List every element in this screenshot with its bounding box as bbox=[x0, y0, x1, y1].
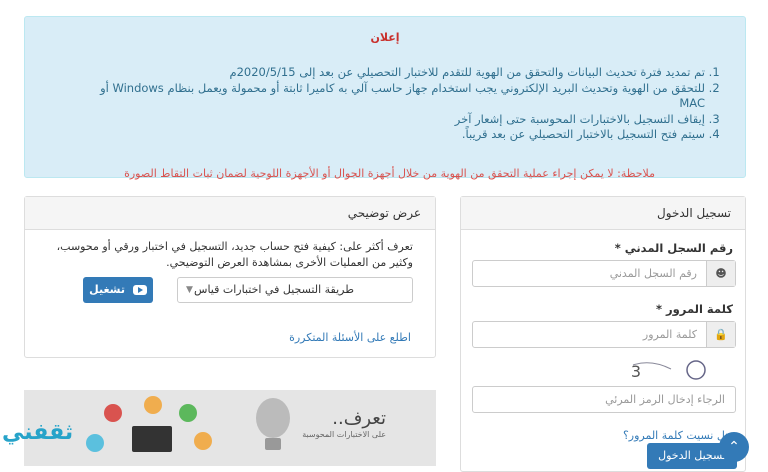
announcement-item: للتحقق من الهوية وتحديث البريد الإلكترون… bbox=[85, 81, 705, 112]
lightbulb-icon bbox=[256, 398, 290, 438]
required-mark: * bbox=[614, 241, 621, 255]
password-label: كلمة المرور * bbox=[656, 302, 733, 316]
id-placeholder: رقم السجل المدني bbox=[609, 267, 697, 280]
atom-icon bbox=[104, 404, 122, 422]
captcha-text: 2613 bbox=[631, 362, 641, 381]
demo-select-value: طريقة التسجيل في اختبارات قياس bbox=[194, 283, 354, 296]
monitor-icon bbox=[132, 426, 172, 452]
password-field[interactable]: 🔒 كلمة المرور bbox=[472, 321, 736, 348]
announcement-item: إيقاف التسجيل بالاختبارات المحوسبة حتى إ… bbox=[85, 112, 705, 128]
play-button-label: تشغيل bbox=[89, 283, 125, 296]
site-logo: ثقفني bbox=[2, 420, 74, 445]
flask-icon bbox=[144, 396, 162, 414]
id-label: رقم السجل المدني * bbox=[615, 241, 733, 255]
lock-icon: 🔒 bbox=[706, 322, 735, 347]
id-label-text: رقم السجل المدني bbox=[624, 241, 733, 255]
demo-select[interactable]: طريقة التسجيل في اختبارات قياس ▼ bbox=[177, 277, 413, 303]
computer-tests-banner[interactable]: تعرف.. على الاختبارات المحوسبة bbox=[24, 390, 436, 466]
login-panel: تسجيل الدخول رقم السجل المدني * ☻ رقم ال… bbox=[460, 196, 746, 472]
password-placeholder: كلمة المرور bbox=[642, 328, 697, 341]
money-icon bbox=[194, 432, 212, 450]
required-mark: * bbox=[656, 302, 663, 316]
scroll-top-button[interactable]: ⌃ bbox=[719, 432, 749, 462]
password-label-text: كلمة المرور bbox=[666, 302, 733, 316]
forgot-password-link[interactable]: هل نسيت كلمة المرور؟ bbox=[623, 429, 731, 442]
announcement-item: سيتم فتح التسجيل بالاختبار التحصيلي عن ب… bbox=[85, 127, 705, 143]
captcha-placeholder: الرجاء إدخال الرمز المرئي bbox=[605, 393, 725, 406]
login-panel-header: تسجيل الدخول bbox=[461, 197, 745, 230]
announcement-item: تم تمديد فترة تحديث البيانات والتحقق من … bbox=[85, 65, 705, 81]
play-button[interactable]: تشغيل bbox=[83, 277, 153, 303]
announcement-list: تم تمديد فترة تحديث البيانات والتحقق من … bbox=[85, 65, 721, 143]
user-icon: ☻ bbox=[706, 261, 735, 286]
announcement-note: ملاحظة: لا يمكن إجراء عملية التحقق من ال… bbox=[124, 167, 655, 180]
announcement-box: إعلان تم تمديد فترة تحديث البيانات والتح… bbox=[24, 16, 746, 180]
faq-link[interactable]: اطلع على الأسئلة المتكررة bbox=[289, 331, 411, 344]
demo-panel-header: عرض توضيحي bbox=[25, 197, 435, 230]
chevron-down-icon: ▼ bbox=[186, 285, 193, 295]
banner-title: تعرف.. bbox=[332, 408, 386, 429]
announcement-title: إعلان bbox=[370, 31, 400, 44]
captcha-field[interactable]: الرجاء إدخال الرمز المرئي bbox=[472, 386, 736, 413]
banner-subtitle: على الاختبارات المحوسبة bbox=[302, 430, 386, 439]
youtube-play-icon bbox=[132, 285, 147, 295]
chevron-up-icon: ⌃ bbox=[728, 439, 740, 455]
demo-description: تعرف أكثر على: كيفية فتح حساب جديد، التس… bbox=[56, 240, 413, 269]
captcha-image: 2613 bbox=[631, 360, 706, 381]
chat-icon bbox=[86, 434, 104, 452]
globe-icon bbox=[179, 404, 197, 422]
id-field[interactable]: ☻ رقم السجل المدني bbox=[472, 260, 736, 287]
demo-panel: عرض توضيحي تعرف أكثر على: كيفية فتح حساب… bbox=[24, 196, 436, 358]
lightbulb-base-icon bbox=[265, 438, 281, 450]
